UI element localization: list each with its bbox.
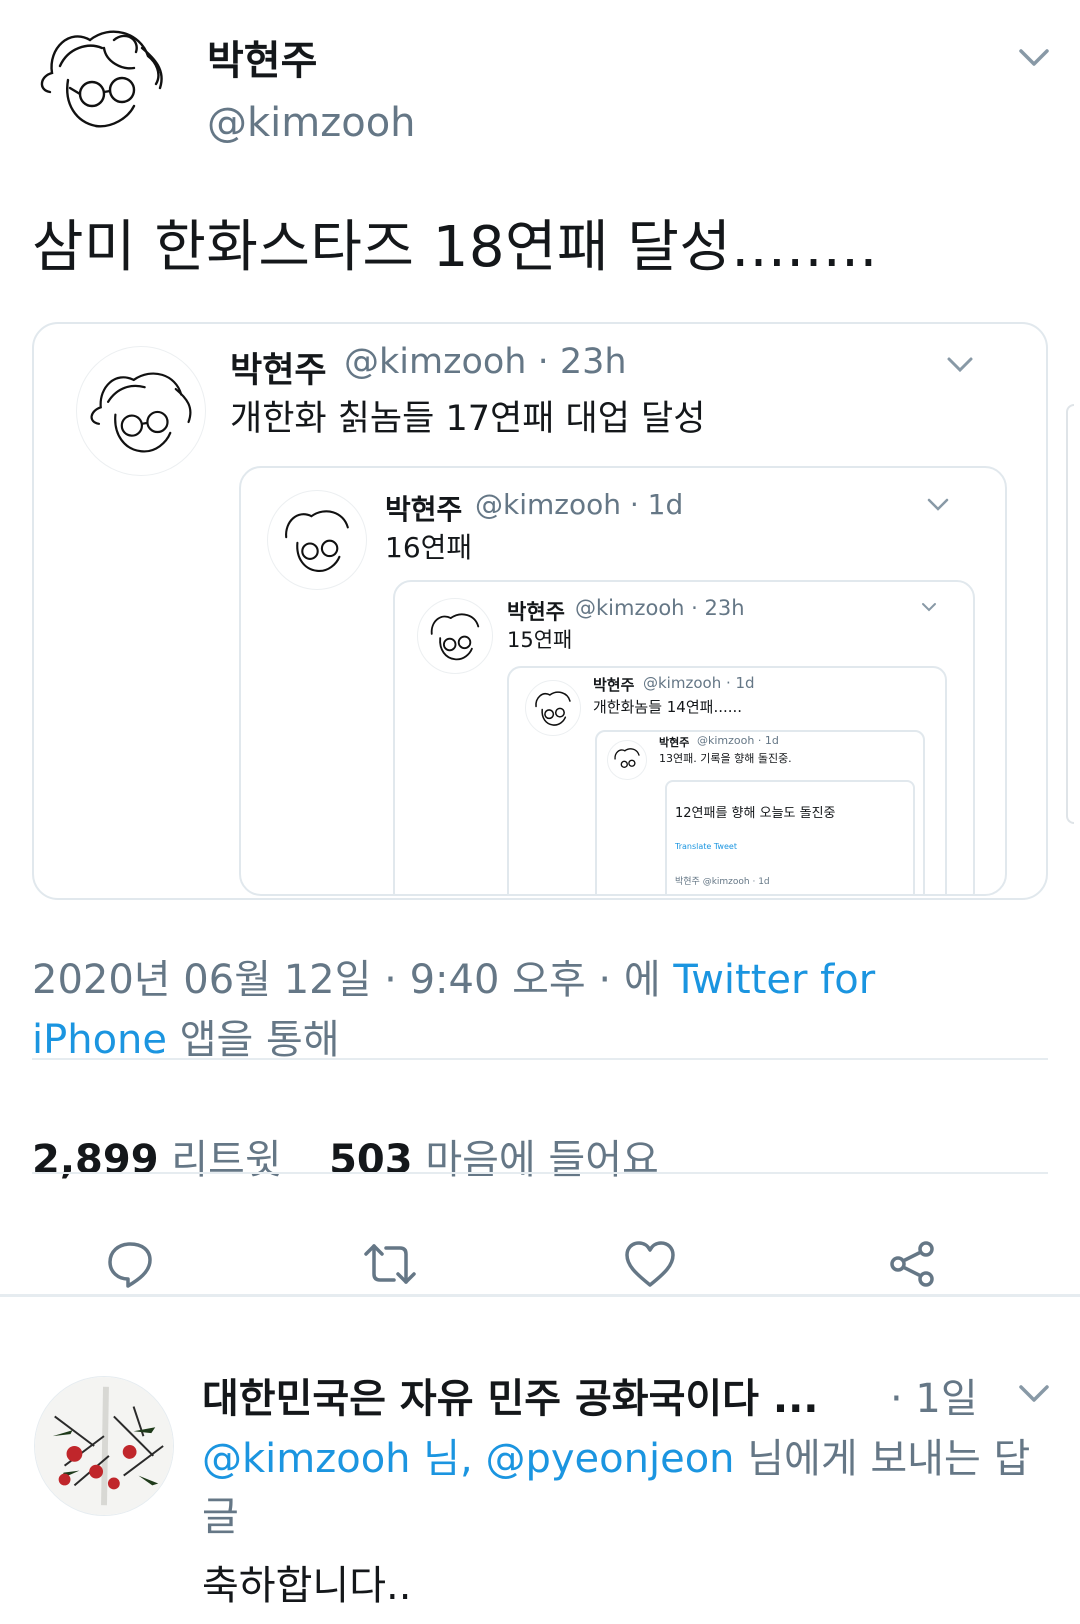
like-count[interactable]: 503	[329, 1137, 413, 1183]
quoted-tweet-card-nested: 박현주 @kimzooh · 1d 개한화놈들 14연패...... 박현주 @…	[507, 666, 947, 894]
reply-icon	[108, 1242, 152, 1288]
reply-time: · 1일	[890, 1376, 978, 1422]
timestamp-suffix: 앱을 통해	[167, 1017, 340, 1063]
scrollbar[interactable]	[1066, 404, 1074, 824]
retweet-count[interactable]: 2,899	[32, 1137, 159, 1183]
chevron-down-icon[interactable]	[946, 356, 974, 374]
quote-text: 15연패	[507, 628, 573, 652]
divider	[32, 1058, 1048, 1060]
mention-pyeonjeon[interactable]: @pyeonjeon	[485, 1436, 734, 1482]
quote-meta: @kimzooh · 23h	[575, 596, 745, 620]
chevron-down-icon[interactable]	[1018, 1384, 1050, 1404]
quote-avatar	[525, 680, 581, 736]
quote-avatar	[267, 490, 367, 590]
quote-author-name: 박현주	[659, 736, 690, 749]
section-separator	[0, 1294, 1080, 1297]
quoted-tweet-card-nested: 박현주 @kimzooh · 23h 15연패 박현주 @kimzooh · 1…	[393, 580, 975, 894]
quote-author-name: 박현주	[507, 600, 565, 624]
retweet-label[interactable]: 리트윗	[171, 1137, 281, 1183]
quoted-tweet-card-nested: 12연패를 향해 오늘도 돌진중 Translate Tweet 박현주 @ki…	[665, 780, 915, 894]
flower-bamboo-painting-icon	[35, 1377, 173, 1515]
quote-meta: @kimzooh · 1d	[643, 674, 755, 692]
reply-text: 축하합니다..	[202, 1563, 412, 1609]
quote-avatar	[417, 598, 493, 674]
glasses-face-drawing-icon	[90, 372, 192, 453]
quote-text: 개한화놈들 14연패......	[593, 698, 743, 716]
chevron-down-icon[interactable]	[1018, 48, 1050, 68]
chevron-down-icon	[921, 602, 937, 612]
reply-author-name[interactable]: 대한민국은 자유 민주 공화국이다 ...	[202, 1366, 819, 1424]
quoted-tweet-card-nested: 박현주 @kimzooh · 1d 13연패. 기록을 향해 돌진중. 12연패…	[595, 730, 925, 894]
heart-icon	[625, 1241, 675, 1287]
author-name[interactable]: 박현주	[207, 28, 317, 86]
replying-to: @kimzooh 님, @pyeonjeon 님에게 보내는 답글	[202, 1430, 1042, 1546]
quote-text: 16연패	[385, 531, 473, 564]
translate-link: Translate Tweet	[675, 842, 737, 851]
like-button[interactable]	[614, 1228, 686, 1300]
divider	[32, 1172, 1048, 1174]
quote-meta: @kimzooh · 23h	[344, 342, 627, 382]
mention-kimzooh[interactable]: @kimzooh 님,	[202, 1436, 485, 1482]
quote-avatar	[76, 346, 206, 476]
reply-author-avatar[interactable]	[34, 1376, 174, 1516]
retweet-button[interactable]	[354, 1228, 426, 1300]
share-icon	[890, 1241, 934, 1287]
reply-button[interactable]	[94, 1228, 166, 1300]
author-avatar[interactable]	[30, 18, 170, 138]
tweet-stats: 2,899 리트윗 503 마음에 들어요	[32, 1127, 659, 1185]
chevron-down-icon	[927, 498, 949, 512]
quote-text: 개한화 칡놈들 17연패 대업 달성	[230, 399, 706, 439]
retweet-icon	[364, 1244, 416, 1284]
like-label[interactable]: 마음에 들어요	[425, 1137, 659, 1183]
quote-meta: @kimzooh · 1d	[475, 488, 684, 521]
timestamp-text: 2020년 06월 12일 · 9:40 오후 · 에	[32, 957, 674, 1003]
quote-avatar	[607, 740, 647, 780]
tweet-timestamp: 2020년 06월 12일 · 9:40 오후 · 에 Twitter for …	[32, 950, 992, 1070]
quote-author-name: 박현주	[385, 493, 463, 526]
author-handle[interactable]: @kimzooh	[207, 100, 416, 146]
glasses-face-drawing-icon	[40, 30, 163, 128]
glasses-face-drawing-icon	[430, 613, 480, 661]
glasses-face-drawing-icon	[614, 748, 640, 769]
quote-author-name: 박현주	[230, 351, 327, 391]
tweet-text: 삼미 한화스타즈 18연패 달성........	[32, 215, 878, 280]
quote-meta: @kimzooh · 1d	[697, 734, 779, 747]
quote-text: 12연패를 향해 오늘도 돌진중	[675, 806, 836, 821]
quote-meta: 박현주 @kimzooh · 1d	[675, 877, 770, 887]
quoted-tweet-card-nested: 박현주 @kimzooh · 1d 16연패 박현주 @kimzooh · 23…	[239, 466, 1007, 896]
glasses-face-drawing-icon	[285, 510, 349, 572]
quoted-tweet-card[interactable]: 박현주 @kimzooh · 23h 개한화 칡놈들 17연패 대업 달성 박현…	[32, 322, 1048, 900]
quote-text: 13연패. 기록을 향해 돌진중.	[659, 752, 792, 765]
quote-author-name: 박현주	[593, 676, 635, 694]
glasses-face-drawing-icon	[535, 691, 571, 726]
share-button[interactable]	[876, 1228, 948, 1300]
